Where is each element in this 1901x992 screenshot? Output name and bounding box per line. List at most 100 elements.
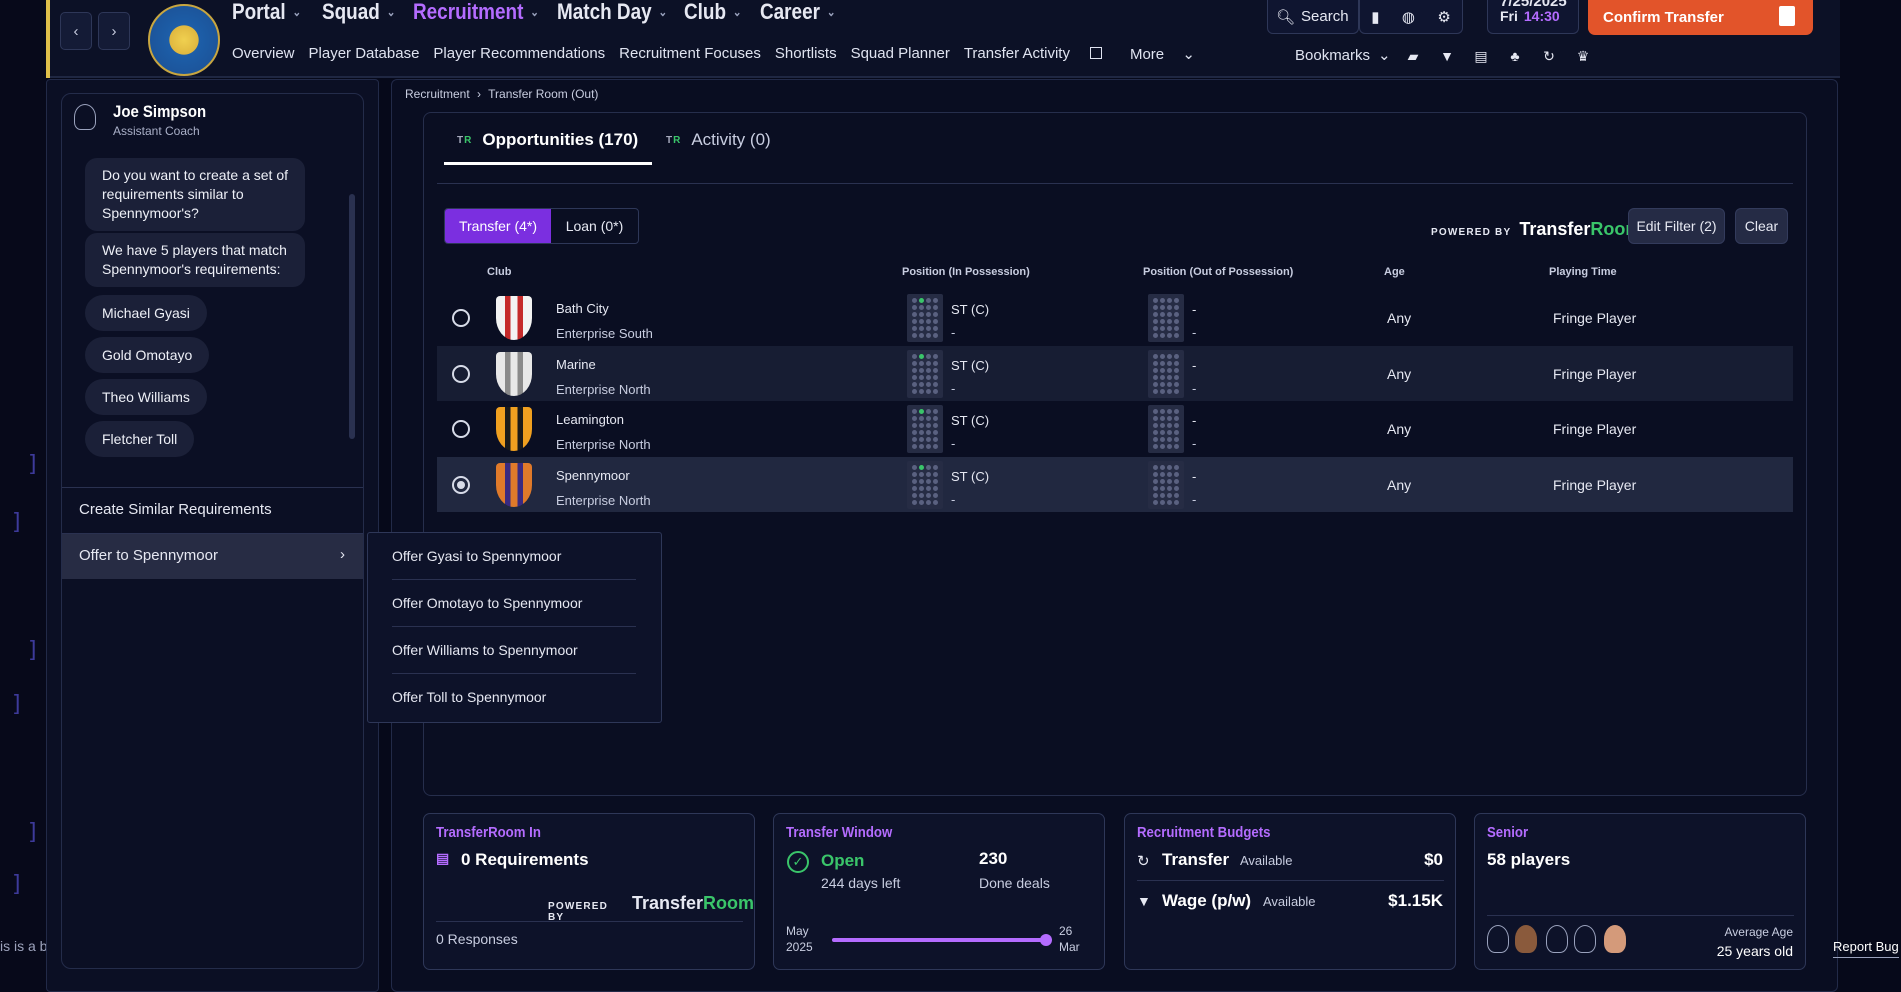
offer-gyasi-item[interactable]: Offer Gyasi to Spennymoor <box>392 533 636 580</box>
column-header-age[interactable]: Age <box>1384 266 1405 278</box>
player-chip[interactable]: Theo Williams <box>85 379 207 415</box>
menu-career[interactable]: Career ⌄ <box>760 0 835 24</box>
subnav-more[interactable]: More ⌄ <box>1130 45 1209 63</box>
transfer-window-card[interactable]: Transfer Window ✓ Open 244 days left 230… <box>773 813 1105 970</box>
player-avatar <box>1515 925 1537 953</box>
club-name[interactable]: Marine <box>556 357 596 372</box>
subnav-transfer-activity[interactable]: Transfer Activity <box>964 45 1116 63</box>
column-header-position-out[interactable]: Position (Out of Possession) <box>1143 266 1293 278</box>
coach-panel: Joe Simpson Assistant Coach Do you want … <box>61 93 364 969</box>
coach-name: Joe Simpson <box>113 102 207 121</box>
breadcrumb-recruitment[interactable]: Recruitment <box>405 87 470 101</box>
position-pitch-in <box>907 405 943 453</box>
row-select-radio[interactable] <box>452 420 470 438</box>
powered-by-transferroom: POWERED BY TransferRoom <box>1431 219 1642 239</box>
report-bug-link[interactable]: Report Bug <box>1833 939 1899 958</box>
clear-button[interactable]: Clear <box>1735 208 1788 244</box>
players-icon[interactable]: ♣ <box>1506 47 1524 65</box>
position-out: - <box>1192 302 1197 317</box>
menu-club[interactable]: Club ⌄ <box>684 0 742 24</box>
search-button[interactable]: 🔍︎ Search <box>1267 0 1359 34</box>
table-row[interactable]: Spennymoor Enterprise North ST (C) - - - Any Fr… <box>437 457 1793 512</box>
trophy-icon[interactable]: ♛ <box>1574 47 1592 65</box>
game-date[interactable]: 7/25/2025 Fri 14:30 <box>1487 0 1579 34</box>
row-select-radio[interactable] <box>452 365 470 383</box>
left-edge-strip: ] ] ] ] ] ] <box>0 0 46 992</box>
subnav-recruitment-focuses[interactable]: Recruitment Focuses <box>619 45 761 63</box>
player-chip[interactable]: Fletcher Toll <box>85 421 195 457</box>
transfer-segment[interactable]: Transfer (4*) <box>445 209 551 243</box>
edit-filter-button[interactable]: Edit Filter (2) <box>1628 208 1725 244</box>
chevron-right-icon: › <box>111 22 117 40</box>
column-header-position-in[interactable]: Position (In Possession) <box>902 266 1030 278</box>
tab-opportunities[interactable]: TR Opportunities (170) <box>457 130 638 150</box>
club-name[interactable]: Spennymoor <box>556 468 630 483</box>
recruitment-budgets-card[interactable]: Recruitment Budgets ↻ Transfer Available… <box>1124 813 1456 970</box>
offer-williams-item[interactable]: Offer Williams to Spennymoor <box>392 627 636 674</box>
subnav-player-recommendations[interactable]: Player Recommendations <box>433 45 605 63</box>
position-in: ST (C) <box>951 302 990 317</box>
club-name[interactable]: Bath City <box>556 301 609 316</box>
subnav-player-database[interactable]: Player Database <box>309 45 420 63</box>
shirt-icon[interactable]: ▼ <box>1438 47 1456 65</box>
chevron-down-icon: ⌄ <box>386 5 396 19</box>
row-select-radio[interactable] <box>452 309 470 327</box>
powered-by-transferroom: POWERED BY TransferRoom <box>548 893 754 923</box>
forward-button[interactable]: › <box>98 12 130 50</box>
coach-message: Do you want to create a set of requireme… <box>85 158 305 231</box>
column-header-club[interactable]: Club <box>487 266 511 278</box>
bookmarks-dropdown[interactable]: Bookmarks ⌄ <box>1295 46 1391 65</box>
chevron-down-icon: ⌄ <box>658 5 668 19</box>
back-button[interactable]: ‹ <box>60 12 92 50</box>
document-icon <box>1779 6 1795 26</box>
tab-activity[interactable]: TR Activity (0) <box>666 130 771 150</box>
club-name[interactable]: Leamington <box>556 412 624 427</box>
row-select-radio[interactable] <box>452 476 470 494</box>
chat-icon[interactable]: ▰ <box>1404 47 1422 65</box>
gear-icon[interactable]: ⚙ <box>1437 8 1450 26</box>
transfer-loan-toggle: Transfer (4*) Loan (0*) <box>444 208 639 244</box>
chat-scrollbar[interactable] <box>349 194 355 439</box>
transferroom-icon: TR <box>457 134 473 146</box>
chevron-down-icon: ⌄ <box>826 5 836 19</box>
clipboard-icon[interactable]: ▤ <box>1472 47 1490 65</box>
position-pitch-in <box>907 350 943 398</box>
column-header-playing-time[interactable]: Playing Time <box>1549 266 1617 278</box>
table-row[interactable]: Marine Enterprise North ST (C) - - - Any Fringe… <box>437 346 1793 401</box>
edge-mark: ] <box>12 510 21 535</box>
table-row[interactable]: Bath City Enterprise South ST (C) - - - Any Fri… <box>437 290 1793 345</box>
bookmark-icon[interactable]: ▮ <box>1371 8 1379 26</box>
create-similar-requirements-button[interactable]: Create Similar Requirements <box>62 487 363 533</box>
subnav-squad-planner[interactable]: Squad Planner <box>851 45 950 63</box>
player-avatar <box>1574 925 1596 953</box>
club-crest-logo[interactable] <box>148 4 220 76</box>
chevron-right-icon: › <box>477 87 482 101</box>
position-out: - <box>1192 413 1197 428</box>
player-avatar <box>1604 925 1626 953</box>
playing-time-cell: Fringe Player <box>1553 310 1637 326</box>
menu-portal[interactable]: Portal ⌄ <box>232 0 301 24</box>
subnav-overview[interactable]: Overview <box>232 45 295 63</box>
loan-segment[interactable]: Loan (0*) <box>551 209 638 243</box>
transferroom-icon: TR <box>666 134 682 146</box>
position-pitch-out <box>1148 294 1184 342</box>
menu-match-day[interactable]: Match Day ⌄ <box>557 0 667 24</box>
menu-recruitment[interactable]: Recruitment ⌄ <box>413 0 539 24</box>
table-row[interactable]: Leamington Enterprise North ST (C) - - - Any Fr… <box>437 401 1793 456</box>
menu-squad[interactable]: Squad ⌄ <box>322 0 395 24</box>
senior-squad-card[interactable]: Senior 58 players Average Age 25 years o… <box>1474 813 1806 970</box>
globe-icon[interactable]: ◍ <box>1402 8 1415 26</box>
age-cell: Any <box>1387 366 1412 382</box>
transferroom-in-card[interactable]: TransferRoom In ▤ 0 Requirements POWERED… <box>423 813 755 970</box>
offer-omotayo-item[interactable]: Offer Omotayo to Spennymoor <box>392 580 636 627</box>
edge-mark: ] <box>12 872 21 897</box>
club-league: Enterprise North <box>556 493 651 508</box>
subnav-shortlists[interactable]: Shortlists <box>775 45 837 63</box>
player-chip[interactable]: Michael Gyasi <box>85 295 207 331</box>
confirm-transfer-button[interactable]: Confirm Transfer <box>1588 0 1813 35</box>
position-out: - <box>1192 358 1197 373</box>
refresh-icon[interactable]: ↻ <box>1540 47 1558 65</box>
offer-to-spennymoor-button[interactable]: Offer to Spennymoor › <box>62 533 363 579</box>
offer-toll-item[interactable]: Offer Toll to Spennymoor <box>392 674 636 721</box>
player-chip[interactable]: Gold Omotayo <box>85 337 210 373</box>
